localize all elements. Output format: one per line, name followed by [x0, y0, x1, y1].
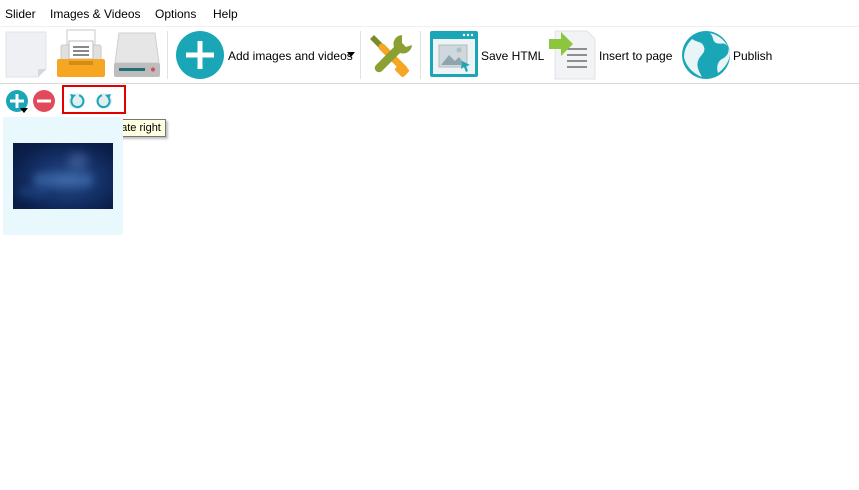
insert-to-page-button[interactable]: Insert to page: [547, 27, 672, 83]
add-images-videos-label: Add images and videos: [228, 49, 353, 63]
toolbar-separator: [360, 31, 361, 79]
globe-icon: [682, 31, 730, 79]
rotate-buttons-highlight: [62, 85, 126, 114]
add-icon: [176, 31, 224, 79]
tools-icon: [370, 35, 412, 77]
remove-slide-button[interactable]: [32, 89, 56, 113]
add-small-icon: [6, 90, 28, 113]
slide-toolbar: [0, 86, 859, 116]
menu-slider[interactable]: Slider: [5, 7, 36, 21]
save-button[interactable]: [111, 27, 163, 83]
dropdown-arrow-icon[interactable]: [346, 50, 356, 60]
new-button[interactable]: [4, 27, 48, 83]
menu-help[interactable]: Help: [213, 7, 238, 21]
insert-page-icon: [549, 30, 596, 80]
toolbar-separator: [167, 31, 168, 79]
toolbar-separator: [420, 31, 421, 79]
save-html-icon: [430, 31, 478, 77]
main-toolbar: Add images and videos Save HTML Insert t…: [0, 27, 859, 84]
menu-images-videos[interactable]: Images & Videos: [50, 7, 141, 21]
open-button[interactable]: [55, 27, 107, 83]
tools-button[interactable]: [364, 27, 416, 83]
save-html-label: Save HTML: [481, 49, 545, 63]
save-html-button[interactable]: Save HTML: [428, 27, 545, 83]
insert-to-page-label: Insert to page: [599, 49, 673, 63]
drive-icon: [114, 32, 160, 77]
menu-bar: Slider Images & Videos Options Help: [0, 0, 859, 27]
menu-options[interactable]: Options: [155, 7, 196, 21]
slide-thumbnail[interactable]: [3, 117, 123, 235]
open-tray-icon: [57, 29, 105, 77]
publish-button[interactable]: Publish: [680, 27, 775, 83]
remove-icon: [33, 90, 55, 112]
add-slide-button[interactable]: [5, 89, 31, 115]
slide-image: [13, 143, 113, 209]
add-images-videos-button[interactable]: Add images and videos: [174, 27, 360, 83]
new-document-icon: [5, 31, 47, 78]
publish-label: Publish: [733, 49, 773, 63]
